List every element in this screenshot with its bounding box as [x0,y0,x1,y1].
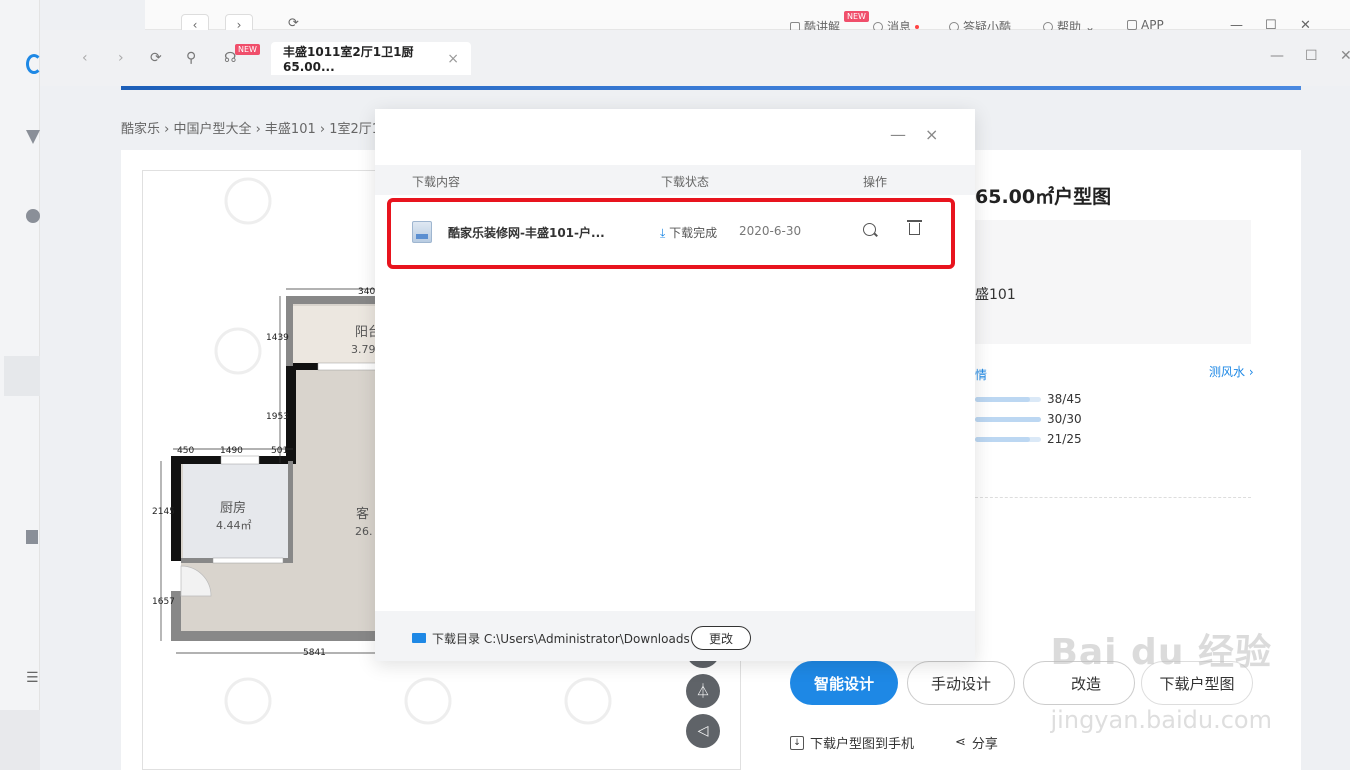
breadcrumb[interactable]: 酷家乐 › 中国户型大全 › 丰盛101 › 1室2厅1 [121,118,380,137]
download-table-header: 下载内容 下载状态 操作 [375,165,975,195]
wall [286,296,376,304]
room-label-living: 客 [356,506,369,522]
room-area-living: 26. [355,525,373,538]
left-sidebar: ☰ [0,0,42,770]
score-row: 21/25 [975,432,1082,446]
score-bar [975,436,1041,442]
back-icon[interactable]: ‹ [82,50,88,66]
forward-icon[interactable]: › [118,50,124,66]
refresh-icon[interactable]: ⟳ [150,50,162,66]
red-highlight-box [387,198,955,269]
download-directory: 下载目录 C:\Users\Administrator\Downloads [432,630,690,647]
minimize-icon[interactable]: — [1270,48,1284,64]
baidu-watermark: Bai du 经验 [1050,632,1272,673]
background-window-titlebar: ‹ › ⟳ 酷讲解 NEW 消息 答疑小酷 帮助 ⌄ APP — ☐ ✕ [145,0,1350,36]
folder-icon [412,633,426,643]
tool-icon[interactable]: ⚲ [186,50,196,66]
dim-label: 2145 [152,507,175,517]
bg-refresh-icon[interactable]: ⟳ [288,16,299,31]
room-area-balcony: 3.79 [351,343,376,356]
watermark-circle [214,327,262,375]
share-icon: ⋖ [955,735,966,750]
dialog-close-icon[interactable]: × [925,125,938,144]
score-text: 21/25 [1047,432,1082,446]
score-fill [975,436,1031,442]
download-directory-label: 下载目录 [432,632,481,646]
watermark-circle [224,177,272,225]
score-row: 30/30 [975,412,1082,426]
dim-label: 5841 [303,648,326,658]
unread-dot [915,24,920,29]
dim-label: 1657 [152,597,175,607]
baidu-watermark-url: jingyan.baidu.com [1050,706,1272,734]
sidebar-bottom-area [0,710,40,770]
col-content: 下载内容 [412,175,461,189]
sidebar-shield-icon[interactable] [26,130,40,144]
tab-title: 丰盛1011室2厅1卫1厨65.00... [283,45,414,74]
dim-label: 1953 [266,412,289,422]
new-badge: NEW [844,11,869,22]
col-status: 下载状态 [661,175,710,189]
tab-accent-line [121,86,1301,90]
sidebar-selected-item[interactable] [4,356,40,396]
wall [288,461,293,561]
tab-close-icon[interactable]: × [447,51,459,67]
renovate-label: 改造 [1070,674,1101,693]
fengshui-link[interactable]: 测风水 › [1209,363,1254,380]
dialog-minimize-icon[interactable]: — [890,125,906,144]
download-directory-path: C:\Users\Administrator\Downloads [483,632,690,646]
score-bar [975,396,1041,402]
change-directory-button[interactable]: 更改 [691,626,751,650]
sidebar-list-icon[interactable]: ☰ [26,670,39,686]
share-label: 分享 [971,737,998,752]
dim-label: 1490 [220,446,243,456]
score-text: 38/45 [1047,392,1082,406]
score-fill [975,396,1031,402]
download-icon: ↓ [790,735,804,750]
tab-floorplan[interactable]: 丰盛1011室2厅1卫1厨65.00... × [271,42,471,75]
watermark-circle [224,677,272,725]
dim-label: 501 [271,446,288,456]
community-name: 盛101 [975,287,1016,303]
sidebar-doc-icon[interactable] [26,530,38,544]
score-text: 30/30 [1047,412,1082,426]
mirror-tool-button[interactable]: ⏃ [686,674,720,708]
score-fill [975,416,1041,422]
manual-design-button[interactable]: 手动设计 [907,661,1015,705]
detail-link[interactable]: 情 [975,366,987,383]
window [212,557,284,564]
dim-label: 340 [358,287,375,297]
wall [286,296,293,366]
download-to-phone-label: 下载户型图到手机 [810,737,915,752]
watermark-circle [404,677,452,725]
tab-new-badge: NEW [235,44,260,55]
window [317,362,377,371]
divider [975,497,1251,498]
flip-tool-button[interactable]: ◁ [686,714,720,748]
score-bar [975,416,1041,422]
page-title: 65.00㎡户型图 [975,186,1112,208]
maximize-icon[interactable]: ☐ [1305,48,1318,64]
watermark-circle [564,677,612,725]
sidebar-leaf-icon[interactable] [26,209,40,223]
dialog-footer: 下载目录 C:\Users\Administrator\Downloads 更改 [375,611,975,661]
dim-label: 1439 [266,333,289,343]
room-label-kitchen: 厨房 [220,500,246,516]
download-dialog: — × 下载内容 下载状态 操作 酷家乐装修网-丰盛101-户... ⤓ 下载完… [375,109,975,661]
wall [171,631,376,641]
tab-strip: ‹ › ⟳ ⚲ ☊ NEW 丰盛1011室2厅1卫1厨65.00... × — … [40,30,1350,86]
info-box: 盛101 [975,220,1251,344]
phone-icon [1127,20,1137,30]
smart-design-button[interactable]: 智能设计 [790,661,898,705]
score-row: 38/45 [975,392,1082,406]
room-area-kitchen: 4.44㎡ [216,519,252,532]
col-action: 操作 [863,175,888,189]
window [220,455,260,465]
dim-label: 450 [177,446,194,456]
close-icon[interactable]: ✕ [1340,48,1350,64]
download-to-phone-link[interactable]: ↓ 下载户型图到手机 [790,733,914,752]
share-link[interactable]: ⋖ 分享 [955,733,998,752]
